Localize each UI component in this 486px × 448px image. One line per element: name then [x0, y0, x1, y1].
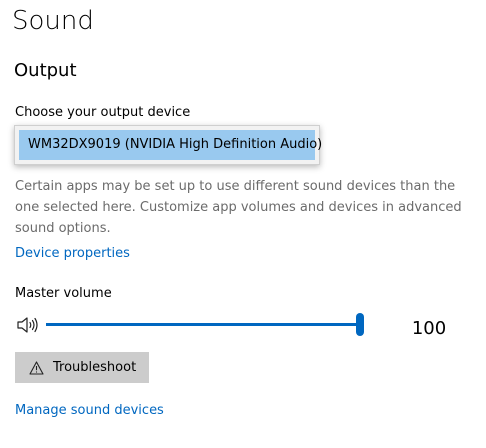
section-title-output: Output	[14, 60, 77, 81]
page-title: Sound	[12, 6, 94, 36]
master-volume-value: 100	[411, 318, 447, 339]
master-volume-slider-fill	[46, 323, 360, 326]
troubleshoot-label: Troubleshoot	[53, 360, 137, 375]
output-device-label: Choose your output device	[15, 105, 191, 120]
dropdown-option-selected[interactable]: WM32DX9019 (NVIDIA High Definition Audio…	[19, 130, 322, 160]
output-device-dropdown-popup: WM32DX9019 (NVIDIA High Definition Audio…	[14, 125, 322, 165]
master-volume-slider-thumb[interactable]	[356, 313, 364, 336]
warning-icon	[29, 360, 44, 375]
manage-sound-devices-link[interactable]: Manage sound devices	[15, 402, 164, 419]
speaker-volume-icon[interactable]	[15, 315, 39, 335]
device-properties-link[interactable]: Device properties	[15, 245, 130, 262]
master-volume-slider-track[interactable]	[46, 323, 360, 326]
output-device-hint: Certain apps may be set up to use differ…	[15, 179, 462, 236]
troubleshoot-button[interactable]: Troubleshoot	[15, 352, 149, 383]
master-volume-label: Master volume	[15, 286, 112, 301]
